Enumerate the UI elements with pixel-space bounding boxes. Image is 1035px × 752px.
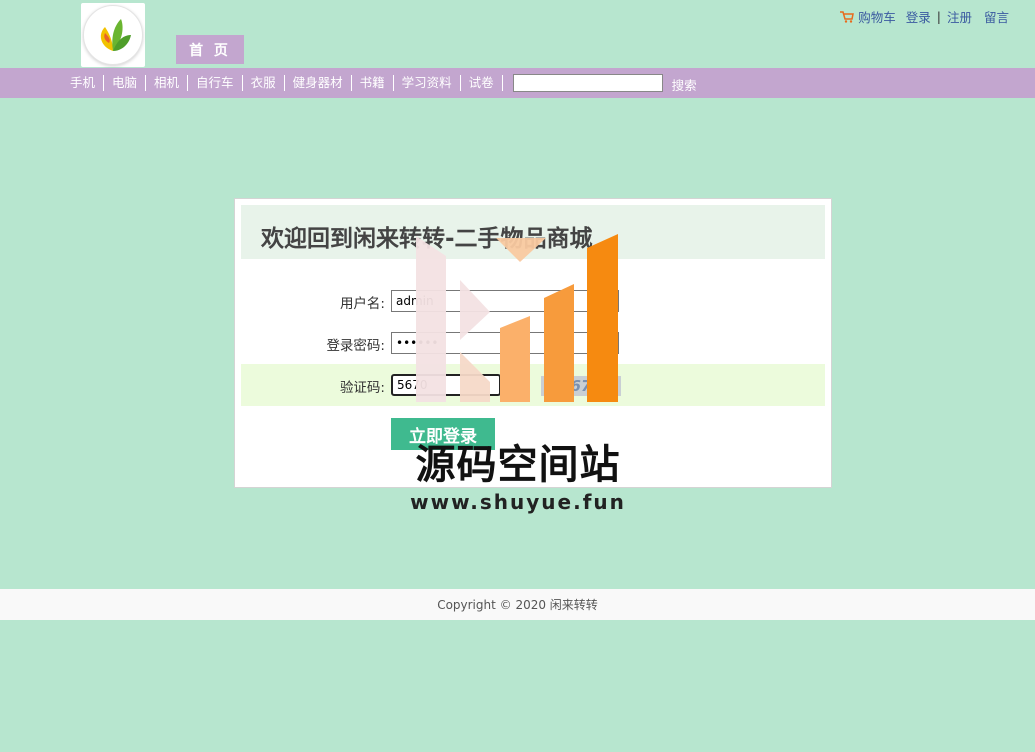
cart-link[interactable]: 购物车 [858, 7, 896, 26]
username-label: 用户名: [339, 296, 385, 312]
captcha-row: 验证码: 5670 [241, 364, 825, 406]
home-tab[interactable]: 首 页 [176, 35, 244, 64]
leaf-logo-icon [83, 5, 143, 65]
login-card-header: 欢迎回到闲来转转-二手物品商城 [241, 205, 825, 259]
password-row: 登录密码: [241, 322, 825, 364]
nav-item-books[interactable]: 书籍 [352, 75, 394, 91]
nav-item-camera[interactable]: 相机 [146, 75, 189, 91]
captcha-input[interactable] [391, 374, 501, 396]
register-link[interactable]: 注册 [947, 7, 972, 26]
nav-item-exam-papers[interactable]: 试卷 [461, 75, 503, 91]
username-row: 用户名: [241, 280, 825, 322]
username-input[interactable] [391, 290, 619, 312]
nav-item-clothes[interactable]: 衣服 [243, 75, 285, 91]
nav-item-fitness[interactable]: 健身器材 [285, 75, 352, 91]
login-submit-button[interactable]: 立即登录 [391, 418, 495, 450]
copyright-text: Copyright © 2020 闲来转转 [437, 598, 598, 612]
site-logo[interactable] [81, 3, 145, 67]
nav-item-computer[interactable]: 电脑 [104, 75, 147, 91]
login-link[interactable]: 登录 [906, 7, 931, 26]
nav-item-phone[interactable]: 手机 [62, 75, 105, 91]
login-title: 欢迎回到闲来转转-二手物品商城 [261, 226, 593, 252]
captcha-label: 验证码: [339, 380, 385, 396]
search-button[interactable]: 搜索 [672, 75, 697, 94]
link-separator: | [936, 9, 941, 24]
message-link[interactable]: 留言 [984, 7, 1009, 26]
nav-item-study-materials[interactable]: 学习资料 [394, 75, 461, 91]
watermark-url: www.shuyue.fun [410, 490, 626, 514]
cart-icon[interactable] [840, 10, 855, 23]
top-links: 购物车 登录 | 注册 留言 [840, 7, 1009, 26]
captcha-image[interactable]: 5670 [541, 376, 621, 396]
category-nav: 手机 电脑 相机 自行车 衣服 健身器材 书籍 学习资料 试卷 搜索 [0, 68, 1035, 98]
password-input[interactable] [391, 332, 619, 354]
footer: Copyright © 2020 闲来转转 [0, 589, 1035, 620]
password-label: 登录密码: [326, 338, 385, 354]
nav-item-bicycle[interactable]: 自行车 [188, 75, 243, 91]
login-card: 欢迎回到闲来转转-二手物品商城 用户名: 登录密码: 验证码: 5670 立即登… [234, 198, 832, 488]
search-input[interactable] [512, 74, 663, 92]
